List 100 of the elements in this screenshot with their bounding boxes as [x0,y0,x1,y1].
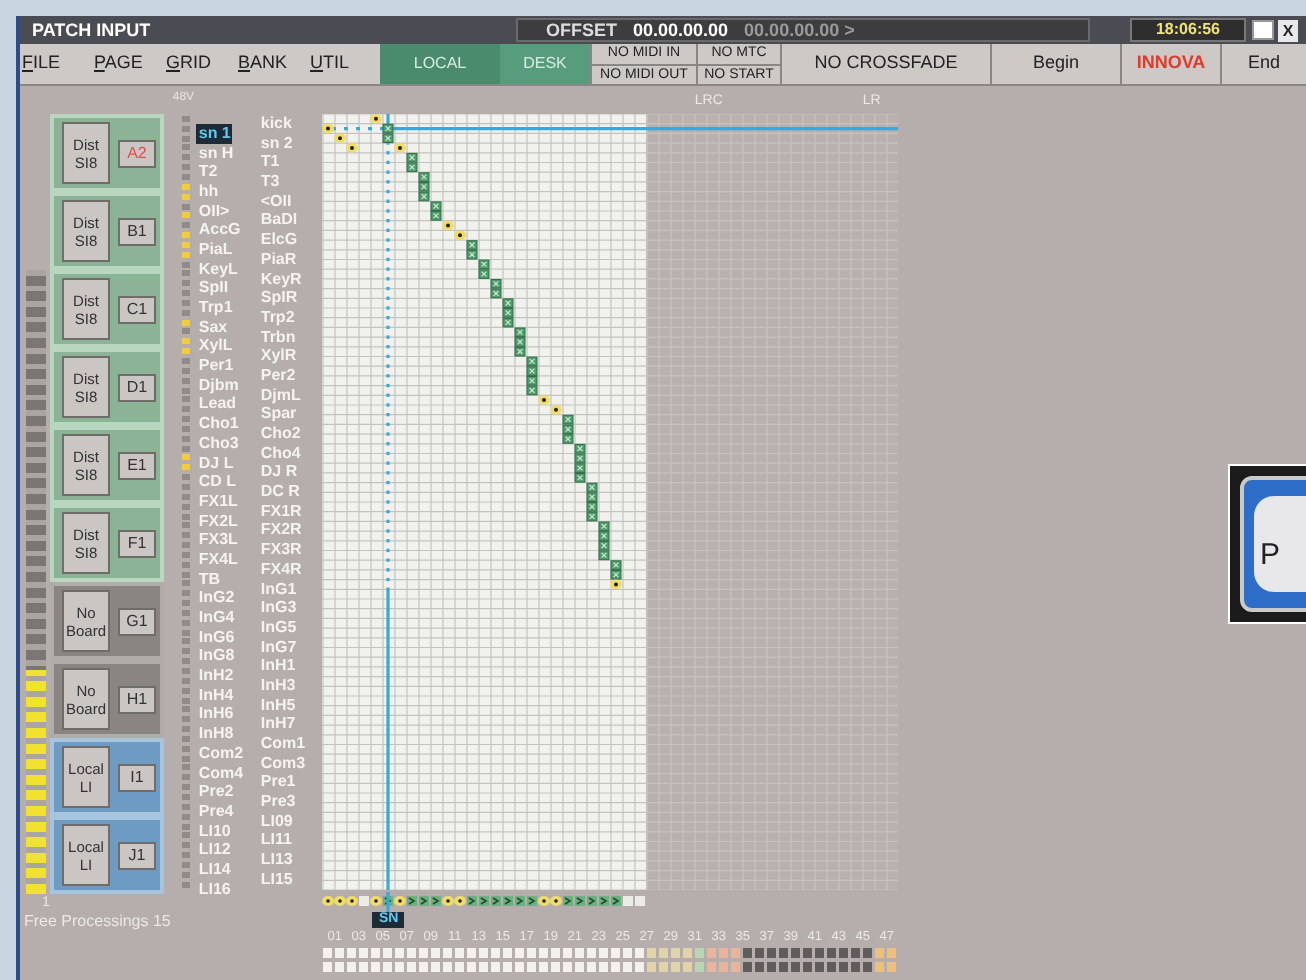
tab[interactable]: LOCAL [380,44,500,84]
tab[interactable]: DESK [500,44,590,84]
patch-cross[interactable] [491,279,503,289]
channel-label[interactable]: sn 1 [196,123,233,144]
channel-label[interactable]: LI11 [258,830,294,851]
patch-dot[interactable] [454,230,467,240]
channel-label[interactable]: LI13 [258,850,295,870]
window-button[interactable] [1252,20,1274,40]
menu-item[interactable]: GRID [164,44,236,84]
channel-label[interactable]: OII> [196,201,232,221]
channel-label[interactable]: XylR [258,346,299,366]
channel-label[interactable]: DC R [258,482,302,502]
patch-cross[interactable] [599,531,611,541]
channel-label[interactable]: InH7 [258,714,298,734]
patch-cross[interactable] [419,191,431,202]
patch-cross[interactable] [575,473,587,483]
channel-label[interactable]: InH2 [196,666,236,686]
channel-label[interactable]: Com1 [258,734,308,754]
channel-label[interactable]: Cho2 [258,424,303,444]
channel-label[interactable]: Sax [196,317,230,337]
channel-label[interactable]: LI16 [196,879,233,899]
channel-label[interactable]: Djbm [196,375,241,395]
channel-label[interactable]: InG5 [258,617,299,638]
patch-cross[interactable] [383,133,395,144]
patch-cross[interactable] [527,356,539,367]
close-button[interactable]: X [1278,19,1298,41]
channel-label[interactable]: Com4 [196,763,246,783]
patch-cross[interactable] [515,327,527,338]
channel-label[interactable]: SpII [196,278,231,299]
channel-label[interactable]: FX1R [258,501,304,521]
patch-cross[interactable] [503,317,515,328]
channel-label[interactable]: KeyR [258,269,304,289]
patch-cross[interactable] [599,521,611,532]
channel-label[interactable]: Pre2 [196,782,236,802]
patch-cross[interactable] [587,482,599,493]
patch-cross[interactable] [563,424,575,435]
toolbar-button[interactable]: End [1220,44,1306,84]
channel-label[interactable]: InH3 [258,675,298,696]
channel-label[interactable]: XylL [196,336,235,357]
menu-item[interactable]: UTIL [308,44,380,84]
patch-cross[interactable] [611,560,623,570]
patch-dot[interactable] [394,143,407,153]
channel-label[interactable]: PiaL [196,239,235,260]
channel-label[interactable]: FX2R [258,520,304,541]
toolbar-button[interactable]: NO CROSSFADE [780,44,990,84]
channel-label[interactable]: InG8 [196,646,237,667]
channel-label[interactable]: Trp2 [258,307,297,328]
channel-label[interactable]: FX3R [258,540,304,560]
patch-cross[interactable] [587,502,599,512]
patch-cross[interactable] [563,434,575,444]
patch-cross[interactable] [575,453,587,464]
menu-item[interactable]: FILE [20,44,92,84]
patch-cross[interactable] [587,511,599,522]
channel-label[interactable]: InH1 [258,656,298,676]
patch-dot[interactable] [538,395,551,405]
channel-label[interactable]: DJ L [196,453,236,473]
channel-label[interactable]: InG3 [258,598,299,618]
patch-cross[interactable] [503,298,515,308]
channel-label[interactable]: hh [196,181,221,202]
channel-label[interactable]: InH4 [196,685,236,705]
patch-cross[interactable] [575,463,587,473]
channel-label[interactable]: <OII [258,191,294,211]
channel-label[interactable]: BaDI [258,210,300,231]
channel-label[interactable]: DJ R [258,462,300,483]
channel-label[interactable]: LI14 [196,859,233,880]
patch-dot[interactable] [442,220,455,231]
channel-label[interactable]: T1 [258,152,282,173]
channel-label[interactable]: InG1 [258,579,299,599]
channel-label[interactable]: InG6 [196,627,237,647]
patch-cross[interactable] [575,443,587,454]
channel-label[interactable]: InG2 [196,588,237,609]
patch-cross[interactable] [527,385,539,396]
channel-label[interactable]: LI15 [258,869,295,889]
menu-item[interactable]: BANK [236,44,308,84]
patch-cross[interactable] [587,492,599,502]
patch-cross[interactable] [419,182,431,192]
channel-label[interactable]: Per1 [196,356,236,376]
patch-cross[interactable] [599,550,611,561]
channel-label[interactable]: LI12 [196,840,233,860]
channel-label[interactable]: TB [196,569,223,589]
channel-label[interactable]: InH6 [196,704,236,725]
channel-label[interactable]: InH5 [258,695,298,715]
channel-label[interactable]: DjmL [258,385,303,405]
channel-label[interactable]: T3 [258,172,282,192]
toolbar-button[interactable]: Begin [990,44,1120,84]
channel-label[interactable]: InG4 [196,608,237,628]
channel-label[interactable]: FX1L [196,491,240,512]
patch-cross[interactable] [611,570,623,580]
channel-label[interactable]: PiaR [258,249,299,269]
patch-dot[interactable] [610,579,623,590]
channel-label[interactable]: FX2L [196,511,240,531]
patch-dot[interactable] [334,133,347,143]
channel-label[interactable]: sn 2 [258,133,295,153]
patch-cross[interactable] [479,259,491,270]
channel-label[interactable]: Cho1 [196,414,241,434]
patch-cross[interactable] [467,240,479,250]
patch-cross[interactable] [527,366,539,376]
channel-label[interactable]: KeyL [196,259,240,279]
channel-label[interactable]: Pre3 [258,792,298,812]
channel-label[interactable]: ElcG [258,230,300,250]
